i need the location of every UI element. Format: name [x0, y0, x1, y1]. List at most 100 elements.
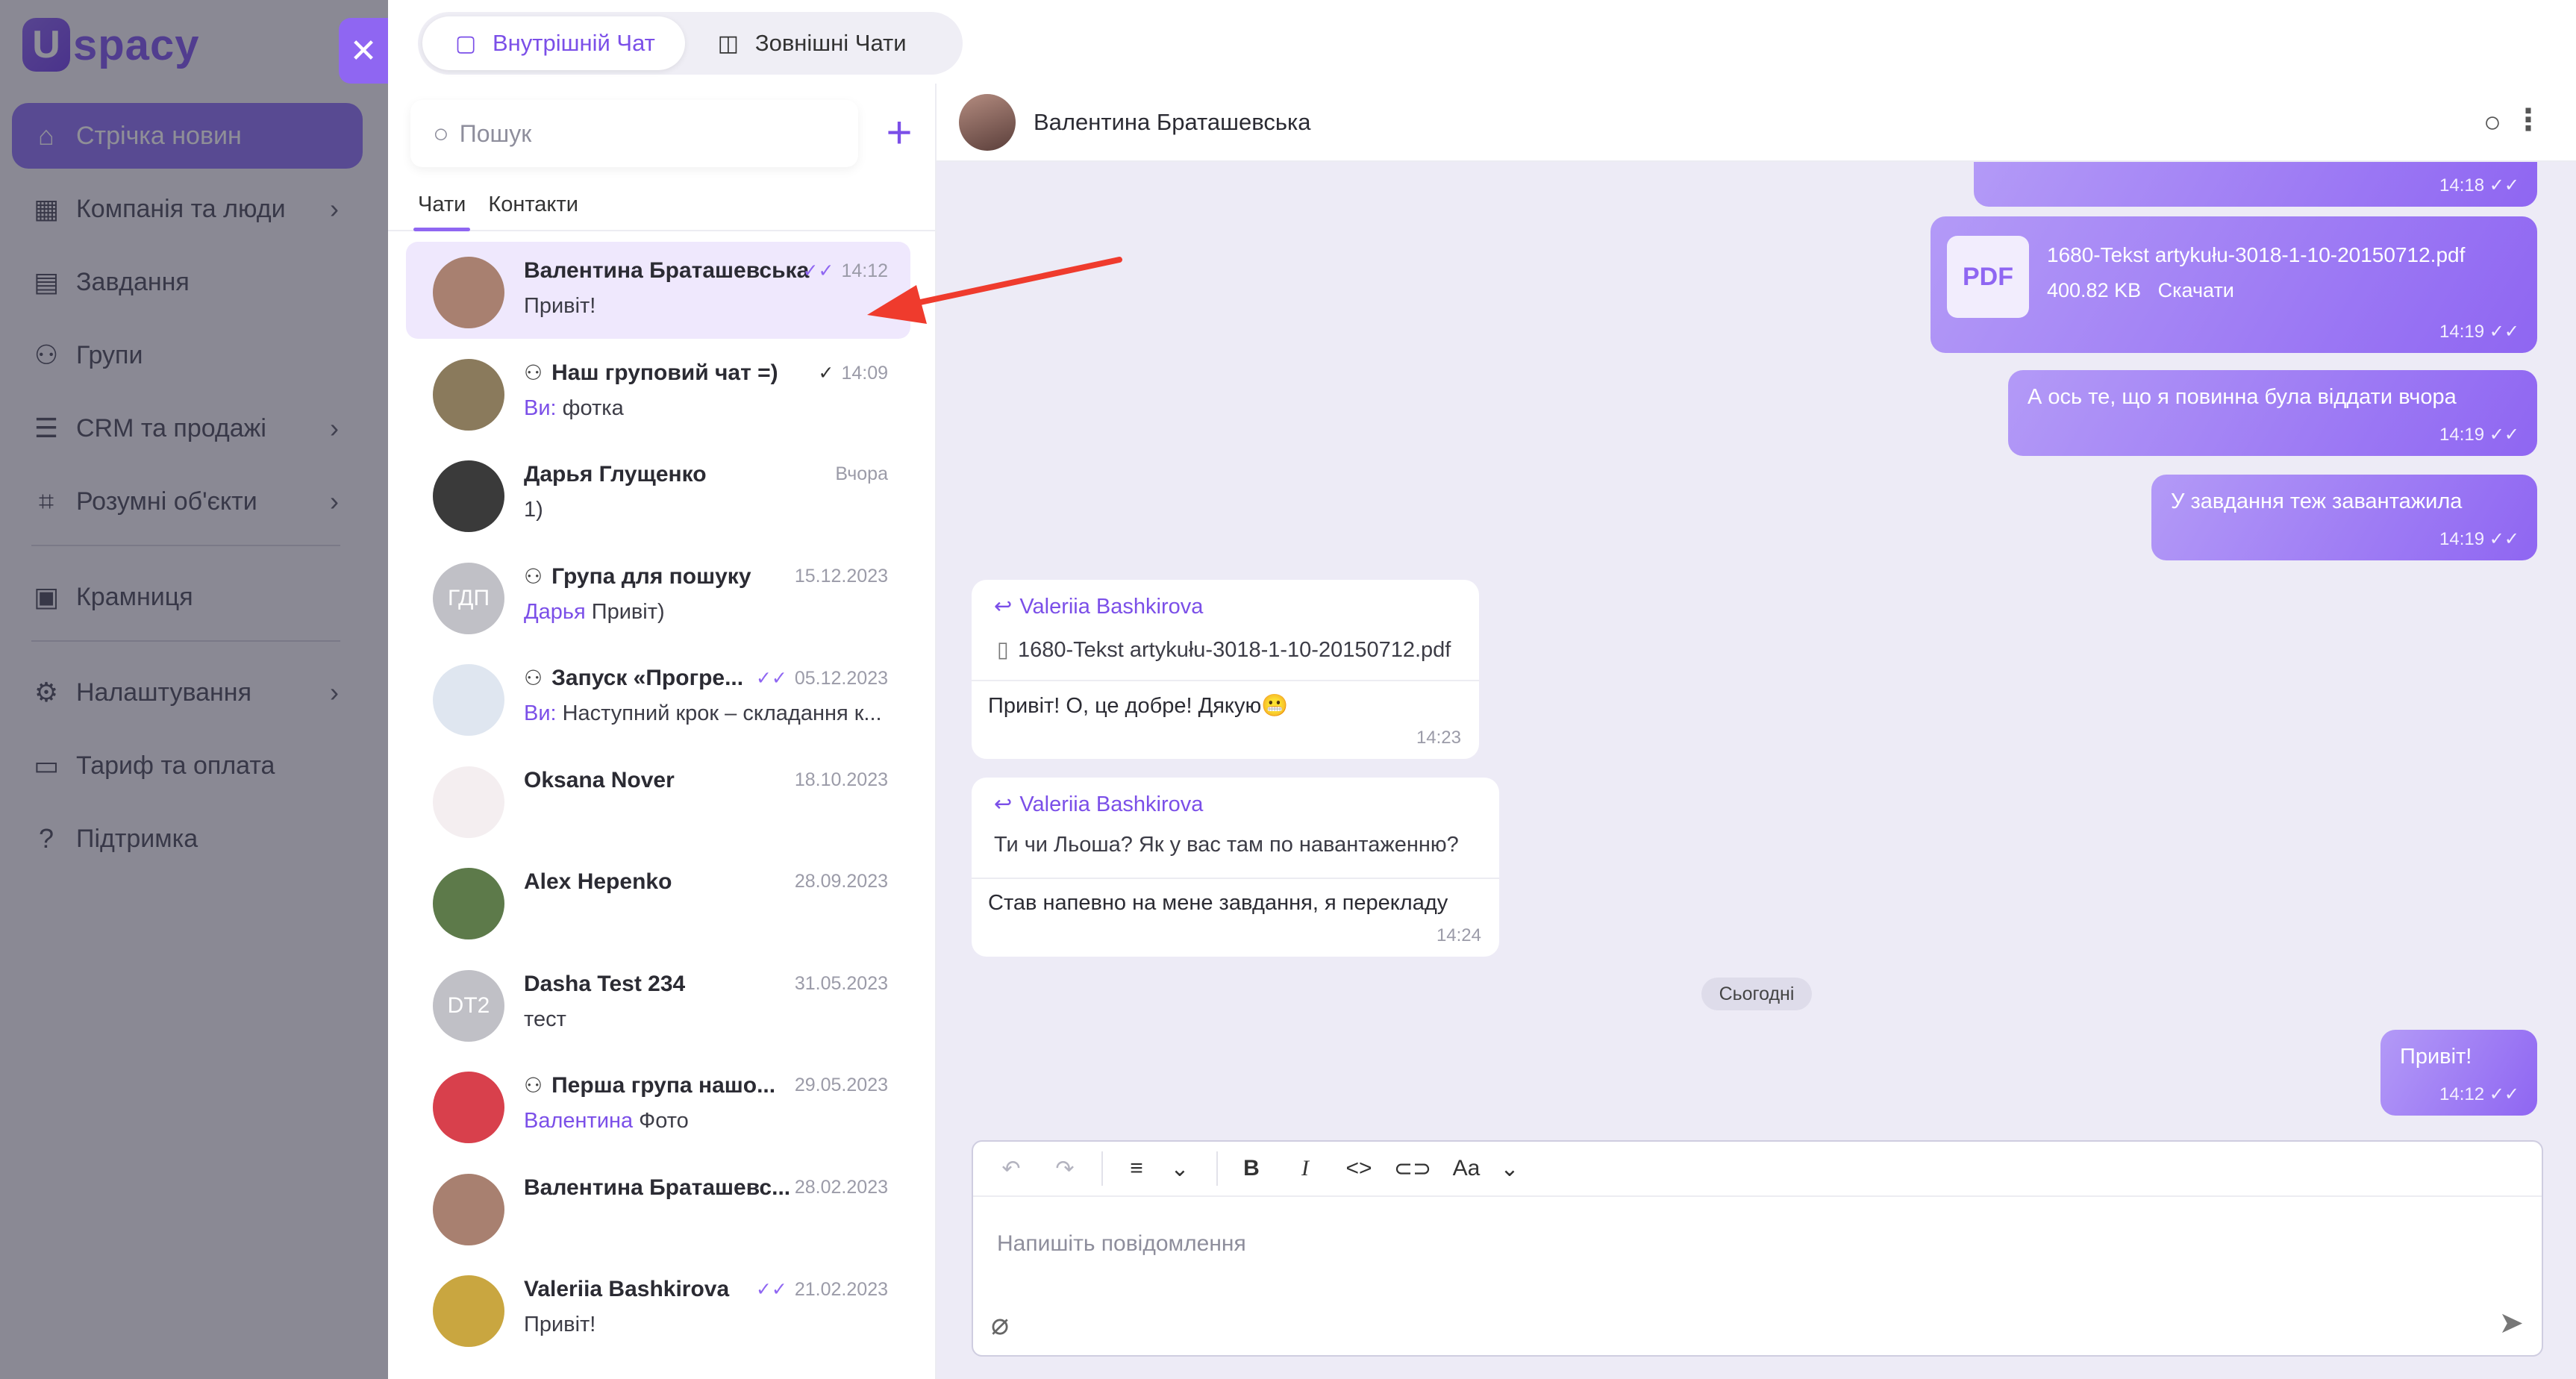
add-chat-button[interactable]: + — [877, 106, 922, 158]
read-status-icon: ✓ — [818, 362, 834, 384]
message-time: 14:19 ✓✓ — [2439, 529, 2519, 549]
sidebar-item-label: Групи — [76, 340, 143, 369]
chat-name: Валентина Браташевська — [524, 258, 809, 284]
avatar — [433, 460, 504, 532]
tab-label: Зовнішні Чати — [754, 30, 907, 56]
italic-button[interactable]: I — [1285, 1150, 1325, 1187]
logo-mark: U — [22, 18, 70, 72]
list-item[interactable]: Валентина Браташевс... 28.02.2023 — [406, 1159, 910, 1256]
align-button[interactable]: ≡ — [1116, 1150, 1157, 1187]
search-icon: ○ — [433, 118, 449, 148]
message-outgoing[interactable]: А ось те, що я повинна була віддати вчор… — [2008, 370, 2537, 456]
sidebar-item-0[interactable]: ⌂ Стрічка новин — [12, 103, 363, 169]
avatar: DT2 — [433, 969, 504, 1042]
avatar: ГДП — [433, 562, 504, 634]
attach-icon[interactable]: ⌀ — [991, 1307, 1009, 1342]
chat-last-message: Привіт! — [524, 294, 897, 319]
toolbar-divider — [1101, 1151, 1103, 1186]
reply-quote: Ти чи Льоша? Як у вас там по навантаженн… — [994, 833, 1459, 857]
sidebar-item-3[interactable]: ⚇ Групи — [12, 322, 363, 388]
message-outgoing[interactable]: У завдання теж завантажила 14:19 ✓✓ — [2151, 475, 2537, 560]
message-text: У завдання теж завантажила — [2171, 490, 2463, 513]
tab-contacts[interactable]: Контакти — [488, 179, 578, 230]
sidebar-item-8[interactable]: ▭ Тариф та оплата — [12, 733, 363, 798]
chat-time: 29.05.2023 — [795, 1075, 888, 1096]
message-file[interactable]: PDF 1680-Tekst artykułu-3018-1-10-201507… — [1931, 216, 2537, 353]
message-time: 14:18 ✓✓ — [2439, 175, 2519, 196]
chat-time: 28.02.2023 — [795, 1177, 888, 1198]
message-outgoing[interactable]: 14:18 ✓✓ — [1974, 162, 2537, 207]
toolbar-divider — [1216, 1151, 1218, 1186]
chat-name: ⚇ Наш груповий чат =) — [524, 360, 778, 386]
search-icon[interactable]: ○ — [2483, 106, 2501, 140]
font-size-button[interactable]: Aa — [1446, 1150, 1486, 1187]
message-sender: Ви: — [524, 395, 557, 420]
list-item[interactable]: ⚇ Запуск «Прогре... ✓✓ 05.12.2023 Ви: Наступн… — [406, 649, 910, 746]
chat-time: ✓ 14:09 — [818, 362, 888, 384]
list-item[interactable]: Oksana Nover 18.10.2023 — [406, 751, 910, 848]
chat-name: ⚇ Група для пошуку — [524, 564, 751, 590]
tab-internal-chat[interactable]: ▢ Внутрішній Чат — [422, 16, 685, 70]
reply-author: ↩ Valeriia Bashkirova — [994, 792, 1204, 816]
reply-file[interactable]: ▯ 1680-Tekst artykułu-3018-1-10-20150712.… — [997, 637, 1451, 663]
message-input[interactable]: Напишіть повідомлення — [997, 1231, 1246, 1257]
list-item[interactable]: Valeriia Bashkirova ✓✓ 21.02.2023 Привіт! — [406, 1260, 910, 1357]
pdf-file-icon: PDF — [1947, 236, 2029, 318]
send-icon[interactable]: ➤ — [2498, 1306, 2524, 1340]
sidebar-item-2[interactable]: ▤ Завдання — [12, 249, 363, 315]
list-item[interactable]: DT2 Dasha Test 234 31.05.2023 тест — [406, 955, 910, 1052]
sidebar-item-4[interactable]: ☰ CRM та продажі › — [12, 395, 363, 461]
sidebar-item-6[interactable]: ▣ Крамниця — [12, 564, 363, 630]
chat-type-tabs: ▢ Внутрішній Чат ◫ Зовнішні Чати — [418, 12, 963, 75]
sidebar-item-7[interactable]: ⚙ Налаштування › — [12, 660, 363, 725]
message-outgoing[interactable]: Привіт! 14:12 ✓✓ — [2380, 1030, 2537, 1116]
undo-button[interactable]: ↶ — [991, 1150, 1031, 1187]
redo-button[interactable]: ↷ — [1045, 1150, 1085, 1187]
sidebar-item-5[interactable]: ⌗ Розумні об'єкти › — [12, 469, 363, 534]
chat-time-text: 28.09.2023 — [794, 871, 888, 892]
logo[interactable]: U spacy — [22, 15, 199, 75]
chat-list-panel: ○ Пошук + Чати Контакти Валентина Браташ… — [388, 84, 1322, 1379]
calendar-icon: ▤ — [33, 266, 59, 297]
code-button[interactable]: <> — [1339, 1150, 1379, 1187]
list-item[interactable]: Дарья Глущенко Вчора 1) — [406, 445, 910, 542]
chevron-down-icon[interactable]: ⌄ — [1160, 1150, 1200, 1187]
message-sender: Дарья — [524, 599, 586, 624]
chat-name-text: Valeriia Bashkirova — [524, 1277, 730, 1301]
chat-list-tabs: Чати Контакти — [388, 179, 937, 231]
avatar — [433, 1072, 504, 1143]
sidebar-item-9[interactable]: ? Підтримка — [12, 806, 363, 872]
sidebar-item-1[interactable]: ▦ Компанія та люди › — [12, 176, 363, 242]
chat-time: ✓✓ 21.02.2023 — [756, 1278, 888, 1301]
message-text: А ось те, що я повинна була віддати вчор… — [2028, 385, 2457, 409]
chat-time-text: 21.02.2023 — [794, 1279, 888, 1300]
file-name[interactable]: 1680-Tekst artykułu-3018-1-10-20150712.p… — [2047, 243, 2465, 267]
search-input[interactable]: ○ Пошук — [410, 100, 858, 167]
list-item[interactable]: ⚇ Наш груповий чат =) ✓ 14:09 Ви: фотка — [406, 344, 910, 441]
chat-name: Valeriia Bashkirova — [524, 1277, 729, 1302]
conversation-title[interactable]: Валентина Браташевська — [1034, 109, 1310, 136]
message-incoming[interactable]: ↩ Valeriia Bashkirova ▯ 1680-Tekst artykuł… — [972, 580, 1479, 759]
message-incoming[interactable]: ↩ Valeriia Bashkirova Ти чи Льоша? Як у в… — [972, 778, 1499, 957]
close-chat-panel-button[interactable]: ✕ — [339, 18, 388, 84]
link-button[interactable]: ⊂⊃ — [1392, 1150, 1433, 1187]
reply-divider — [972, 680, 1479, 681]
list-item[interactable]: ГДП ⚇ Група для пошуку 15.12.2023 Дарья Приві… — [406, 548, 910, 645]
more-options-icon[interactable]: ⋮ — [2513, 103, 2543, 137]
avatar[interactable] — [959, 94, 1016, 151]
download-link[interactable]: Скачати — [2158, 279, 2234, 301]
tab-external-chats[interactable]: ◫ Зовнішні Чати — [685, 16, 937, 70]
sidebar-item-label: Тариф та оплата — [76, 751, 275, 780]
message-time: 14:23 — [1416, 728, 1461, 748]
bold-button[interactable]: B — [1231, 1150, 1272, 1187]
chat-time-text: 05.12.2023 — [794, 668, 888, 689]
sidebar-item-label: CRM та продажі — [76, 413, 266, 443]
chevron-down-icon[interactable]: ⌄ — [1489, 1150, 1530, 1187]
list-item[interactable]: ⚇ Перша група нашо... 29.05.2023 Валентина Ф… — [406, 1057, 910, 1154]
tab-chats[interactable]: Чати — [413, 179, 471, 231]
sidebar-item-label: Стрічка новин — [76, 121, 242, 150]
list-item[interactable]: Валентина Браташевська ✓✓ 14:12 Привіт! — [406, 242, 910, 339]
chat-name-text: Дарья Глущенко — [524, 462, 707, 487]
list-item[interactable]: Alex Hepenko 28.09.2023 — [406, 853, 910, 950]
chat-name-text: Валентина Браташевс... — [524, 1175, 791, 1200]
